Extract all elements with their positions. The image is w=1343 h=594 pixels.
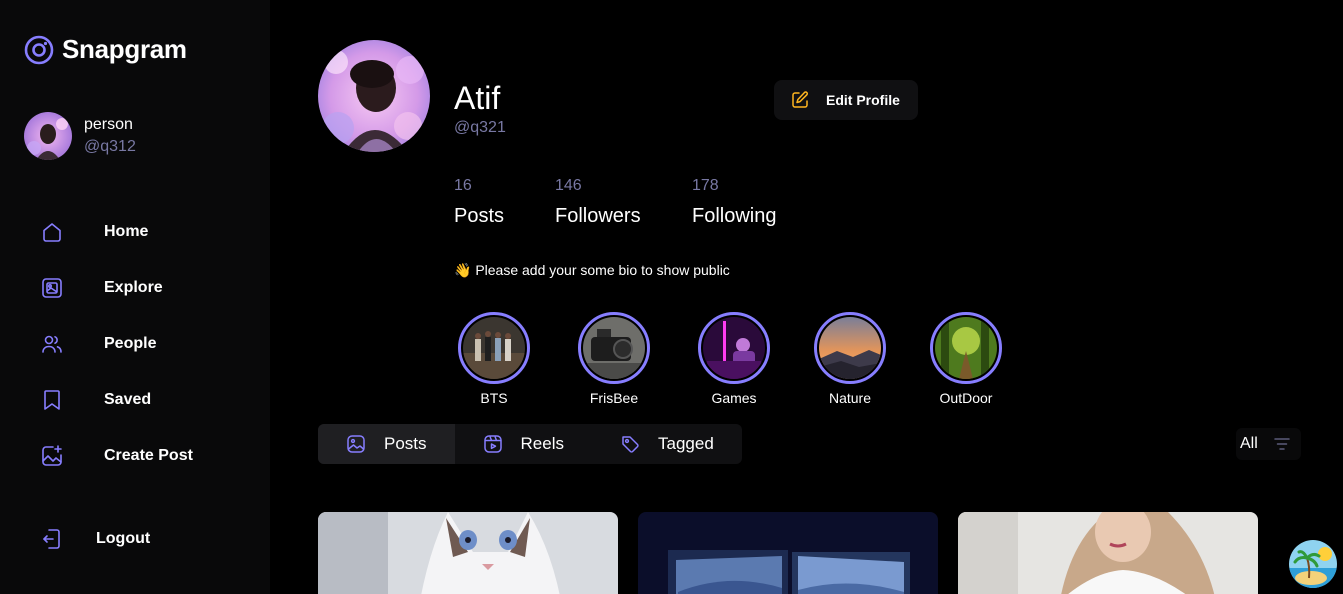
home-icon [43, 223, 61, 242]
edit-profile-label: Edit Profile [826, 92, 900, 108]
post-image-monitors [638, 512, 938, 594]
snapgram-logo-icon [24, 35, 54, 64]
logout-button[interactable]: Logout [40, 527, 150, 551]
nav-label-create-post: Create Post [104, 447, 193, 464]
highlight-label: Nature [828, 390, 872, 406]
highlight-label: BTS [480, 390, 508, 406]
nav-item-home[interactable]: Home [24, 208, 246, 256]
stat-following-label: Following [692, 205, 777, 227]
current-user-name: person [84, 116, 133, 133]
posts-icon [347, 435, 365, 453]
nav-label-explore: Explore [104, 279, 163, 296]
profile-tabs: Posts Reels Tagged [318, 424, 742, 464]
profile-avatar [318, 40, 430, 152]
profile-name: Atif [454, 80, 501, 116]
saved-icon [44, 390, 60, 410]
post-card[interactable] [958, 512, 1258, 594]
logout-icon [43, 529, 60, 549]
post-image-cat [318, 512, 618, 594]
stat-followers[interactable]: 146 Followers [555, 176, 641, 234]
highlight-label: OutDoor [939, 390, 993, 406]
tab-reels[interactable]: Reels [455, 424, 592, 464]
filter-label: All [1240, 435, 1258, 452]
highlight-image-frisbee [583, 317, 645, 379]
profile-handle: @q321 [454, 119, 506, 136]
nav-label-home: Home [104, 223, 149, 240]
highlight-bts[interactable]: BTS [458, 312, 530, 406]
logout-label: Logout [96, 530, 151, 547]
filter-icon [1274, 438, 1290, 450]
post-card[interactable] [638, 512, 938, 594]
tab-tagged-label: Tagged [658, 434, 714, 453]
highlight-frisbee[interactable]: FrisBee [578, 312, 650, 406]
people-icon [42, 335, 62, 353]
tab-posts-label: Posts [384, 434, 427, 453]
stat-followers-label: Followers [555, 205, 641, 227]
highlight-nature[interactable]: Nature [814, 312, 886, 406]
highlight-label: FrisBee [589, 390, 639, 406]
beach-icon [1289, 540, 1337, 588]
explore-icon [42, 278, 62, 298]
highlight-ring [578, 312, 650, 384]
highlight-ring [458, 312, 530, 384]
post-card[interactable] [318, 512, 618, 594]
nav-label-people: People [104, 335, 157, 352]
logo[interactable]: Snapgram [24, 34, 187, 65]
nav-label-saved: Saved [104, 391, 152, 408]
highlight-outdoor[interactable]: OutDoor [930, 312, 1002, 406]
stat-posts-label: Posts [454, 205, 505, 227]
filter-dropdown[interactable]: All [1236, 428, 1301, 460]
tab-reels-label: Reels [520, 434, 564, 453]
highlight-image-nature [819, 317, 881, 379]
current-user-avatar [24, 112, 72, 160]
floating-app-button[interactable] [1289, 540, 1337, 588]
nav-item-create-post[interactable]: Create Post [24, 432, 246, 480]
highlight-image-games [703, 317, 765, 379]
highlight-games[interactable]: Games [698, 312, 770, 406]
create-post-icon [42, 445, 62, 466]
edit-icon [792, 91, 808, 108]
reels-icon [483, 435, 502, 453]
edit-profile-button[interactable]: Edit Profile [774, 80, 918, 120]
highlight-label: Games [711, 390, 757, 406]
stat-followers-value: 146 [555, 177, 582, 194]
highlight-image-outdoor [935, 317, 997, 379]
highlight-ring [814, 312, 886, 384]
app-name: Snapgram [62, 34, 187, 64]
highlight-ring [698, 312, 770, 384]
stat-following[interactable]: 178 Following [692, 176, 776, 234]
stat-following-value: 178 [692, 177, 719, 194]
profile-bio: 👋 Please add your some bio to show publi… [454, 262, 730, 278]
highlight-image-bts [463, 317, 525, 379]
current-user-card[interactable]: person @q312 [24, 112, 136, 160]
stat-posts-value: 16 [454, 177, 472, 194]
nav-item-explore[interactable]: Explore [24, 264, 246, 312]
nav-item-people[interactable]: People [24, 320, 246, 368]
stat-posts: 16 Posts [454, 176, 504, 234]
highlight-ring [930, 312, 1002, 384]
current-user-handle: @q312 [84, 138, 136, 155]
tab-posts[interactable]: Posts [318, 424, 455, 464]
post-image-woman [958, 512, 1258, 594]
tab-tagged[interactable]: Tagged [592, 424, 742, 464]
sidebar: Snapgram person @q312 Home Explore Peopl… [0, 0, 270, 594]
sidebar-nav: Home Explore People Saved Create Post [24, 208, 246, 488]
tag-icon [622, 436, 639, 453]
nav-item-saved[interactable]: Saved [24, 376, 246, 424]
